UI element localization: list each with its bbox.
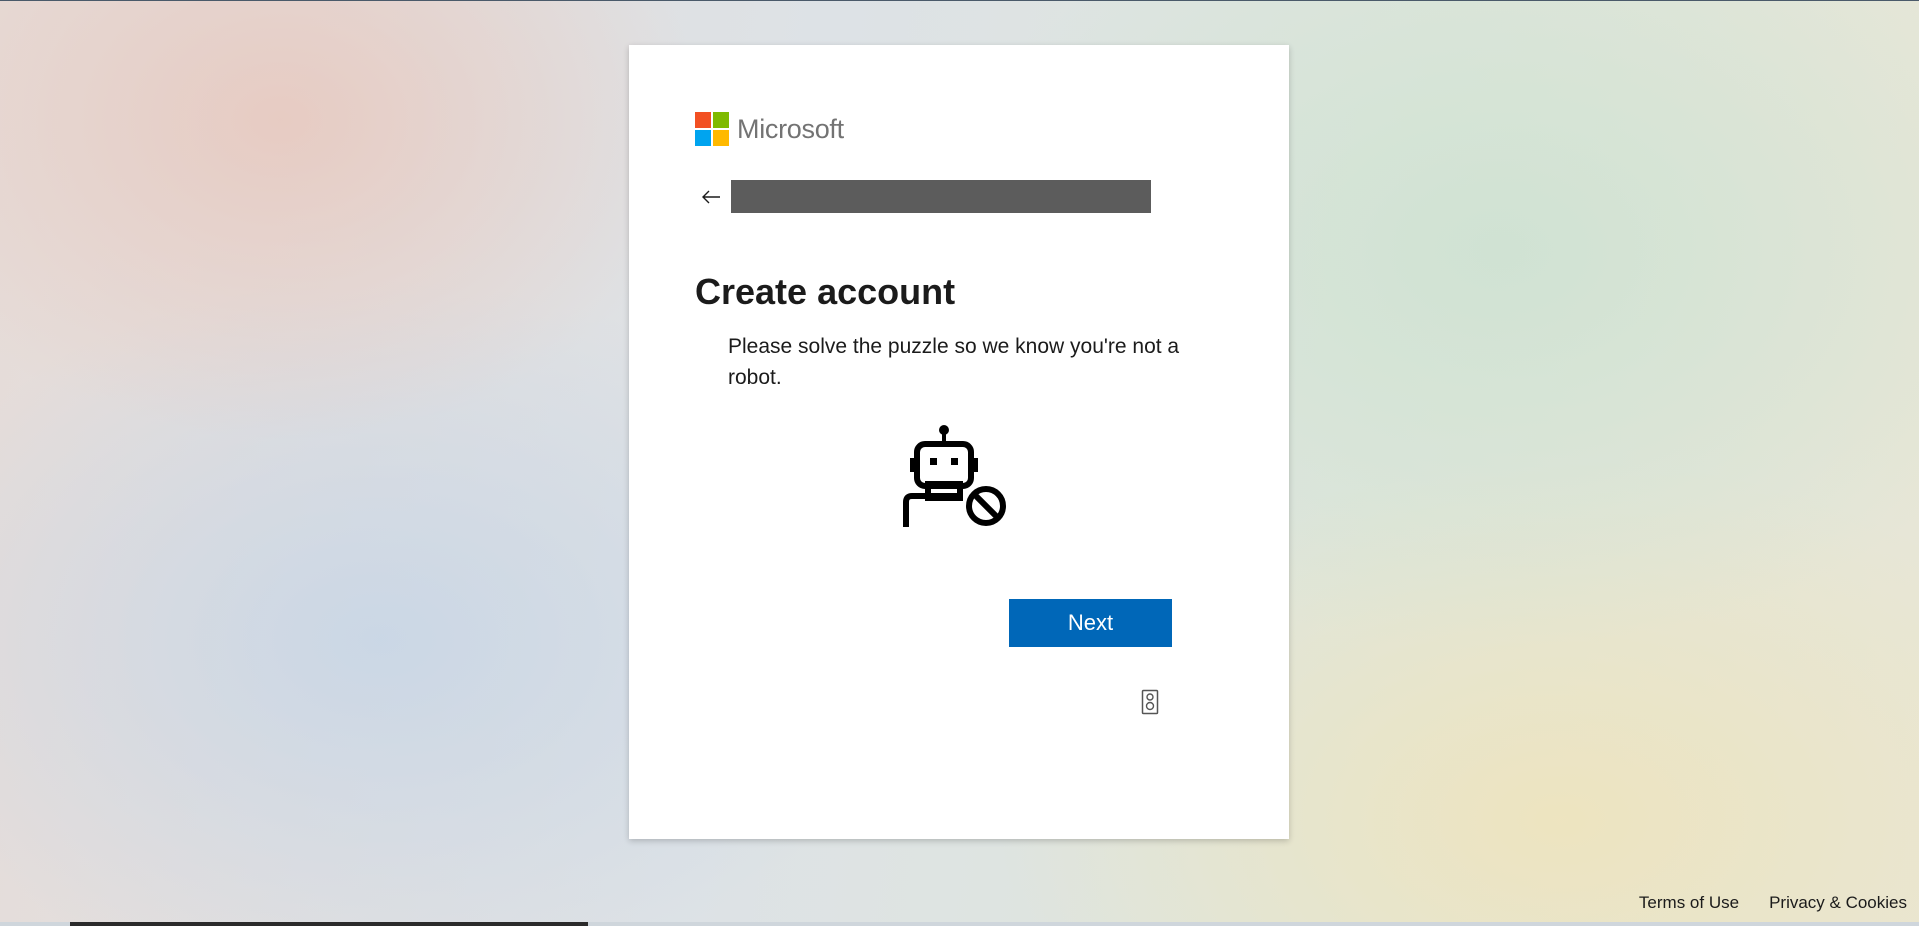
identity-row [699,180,1151,213]
microsoft-logo: Microsoft [695,112,844,146]
identity-redacted-bar [731,180,1151,213]
page-title: Create account [695,271,956,312]
privacy-cookies-link[interactable]: Privacy & Cookies [1769,893,1907,913]
speaker-icon[interactable] [1141,689,1159,715]
terms-of-use-link[interactable]: Terms of Use [1639,893,1739,913]
brand-name: Microsoft [737,113,844,144]
top-border [0,0,1919,1]
microsoft-logo-icon [695,112,729,146]
robot-blocked-icon [898,422,1028,552]
next-button[interactable]: Next [1009,599,1172,647]
puzzle-description: Please solve the puzzle so we know you'r… [728,335,1180,389]
footer: Terms of Use Privacy & Cookies [1639,893,1907,913]
signup-card: Microsoft Create account Please solve th… [629,45,1289,839]
arrow-left-icon[interactable] [699,185,723,209]
taskbar-strip [0,922,1919,926]
